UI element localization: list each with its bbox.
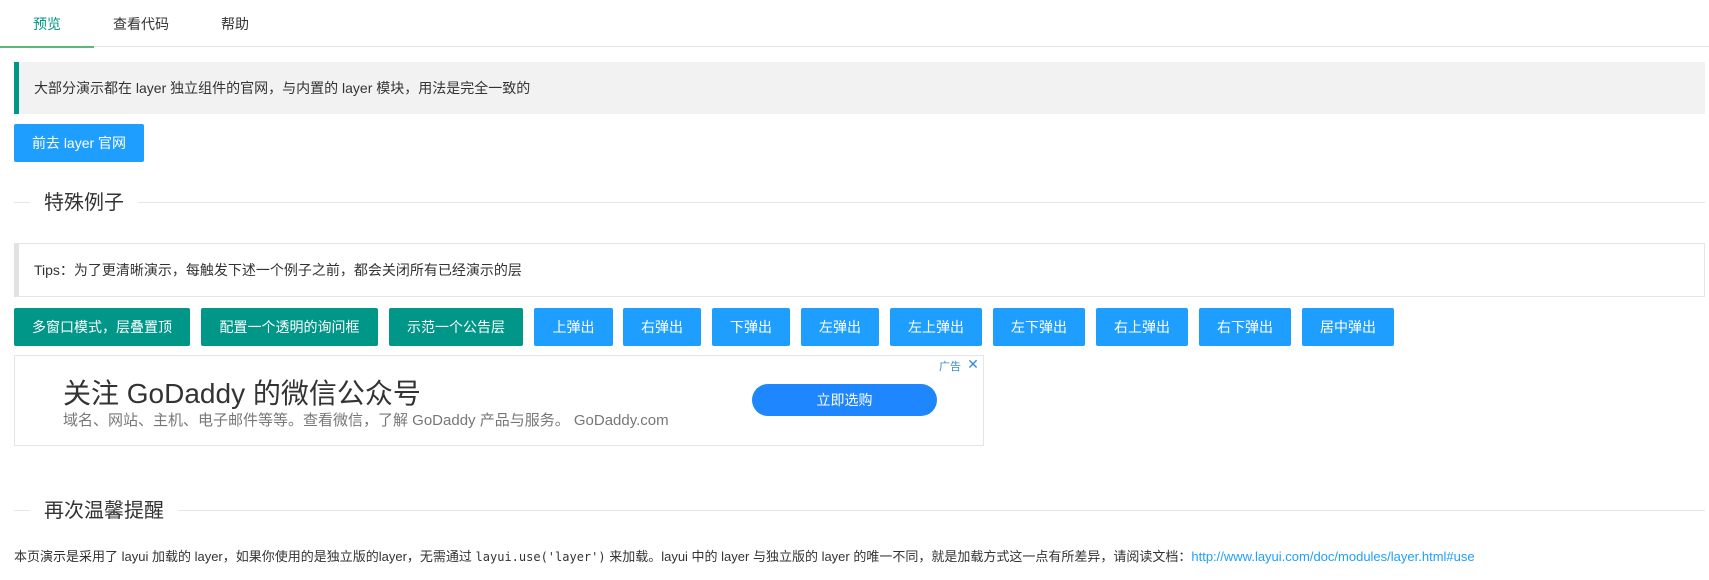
section-divider — [14, 202, 1705, 203]
layer-doc-link[interactable]: http://www.layui.com/doc/modules/layer.h… — [1191, 549, 1474, 564]
reminder-note-code: layui.use('layer') — [475, 550, 606, 564]
demo-button-offset-center[interactable]: 居中弹出 — [1302, 308, 1394, 346]
demo-button-notice-layer[interactable]: 示范一个公告层 — [389, 308, 523, 346]
demo-button-offset-left[interactable]: 左弹出 — [801, 308, 879, 346]
ad-banner[interactable]: 关注 GoDaddy 的微信公众号 域名、网站、主机、电子邮件等等。查看微信，了… — [14, 355, 984, 446]
section-divider — [14, 510, 1705, 511]
go-layer-site-button[interactable]: 前去 layer 官网 — [14, 124, 144, 162]
tab-view-code[interactable]: 查看代码 — [94, 0, 188, 47]
demo-button-offset-right-bottom[interactable]: 右下弹出 — [1199, 308, 1291, 346]
demo-button-offset-bottom[interactable]: 下弹出 — [712, 308, 790, 346]
demo-button-transparent-confirm[interactable]: 配置一个透明的询问框 — [201, 308, 378, 346]
demo-button-offset-top[interactable]: 上弹出 — [534, 308, 613, 346]
tab-preview[interactable]: 预览 — [0, 0, 94, 48]
reminder-note-text-2: 来加载。layui 中的 layer 与独立版的 layer 的唯一不同，就是加… — [605, 549, 1192, 564]
demo-button-offset-right-top[interactable]: 右上弹出 — [1096, 308, 1188, 346]
demo-button-offset-left-top[interactable]: 左上弹出 — [890, 308, 982, 346]
tab-bar: 预览 查看代码 帮助 — [0, 0, 1709, 48]
section-title-special: 特殊例子 — [14, 188, 1705, 218]
reminder-note-text: 本页演示是采用了 layui 加载的 layer，如果你使用的是独立版的laye… — [14, 549, 476, 564]
reminder-note: 本页演示是采用了 layui 加载的 layer，如果你使用的是独立版的laye… — [14, 546, 1475, 565]
demo-button-multi-window[interactable]: 多窗口模式，层叠置顶 — [14, 308, 190, 346]
page: 预览 查看代码 帮助 大部分演示都在 layer 独立组件的官网，与内置的 la… — [0, 0, 1709, 580]
section-legend: 再次温馨提醒 — [30, 496, 178, 526]
ad-label: 广告 — [939, 361, 961, 373]
section-title-reminder: 再次温馨提醒 — [14, 496, 1705, 526]
demo-button-offset-left-bottom[interactable]: 左下弹出 — [993, 308, 1085, 346]
tips-notice: Tips：为了更清晰演示，每触发下述一个例子之前，都会关闭所有已经演示的层 — [14, 243, 1705, 297]
demo-button-offset-right[interactable]: 右弹出 — [623, 308, 701, 346]
intro-notice: 大部分演示都在 layer 独立组件的官网，与内置的 layer 模块，用法是完… — [14, 62, 1705, 114]
ad-cta-button[interactable]: 立即选购 — [752, 384, 937, 416]
section-legend: 特殊例子 — [30, 188, 138, 218]
ad-title[interactable]: 关注 GoDaddy 的微信公众号 — [63, 372, 421, 412]
close-icon[interactable]: ✕ — [965, 356, 981, 372]
tab-help[interactable]: 帮助 — [188, 0, 282, 47]
ad-description[interactable]: 域名、网站、主机、电子邮件等等。查看微信，了解 GoDaddy 产品与服务。 G… — [63, 409, 669, 430]
